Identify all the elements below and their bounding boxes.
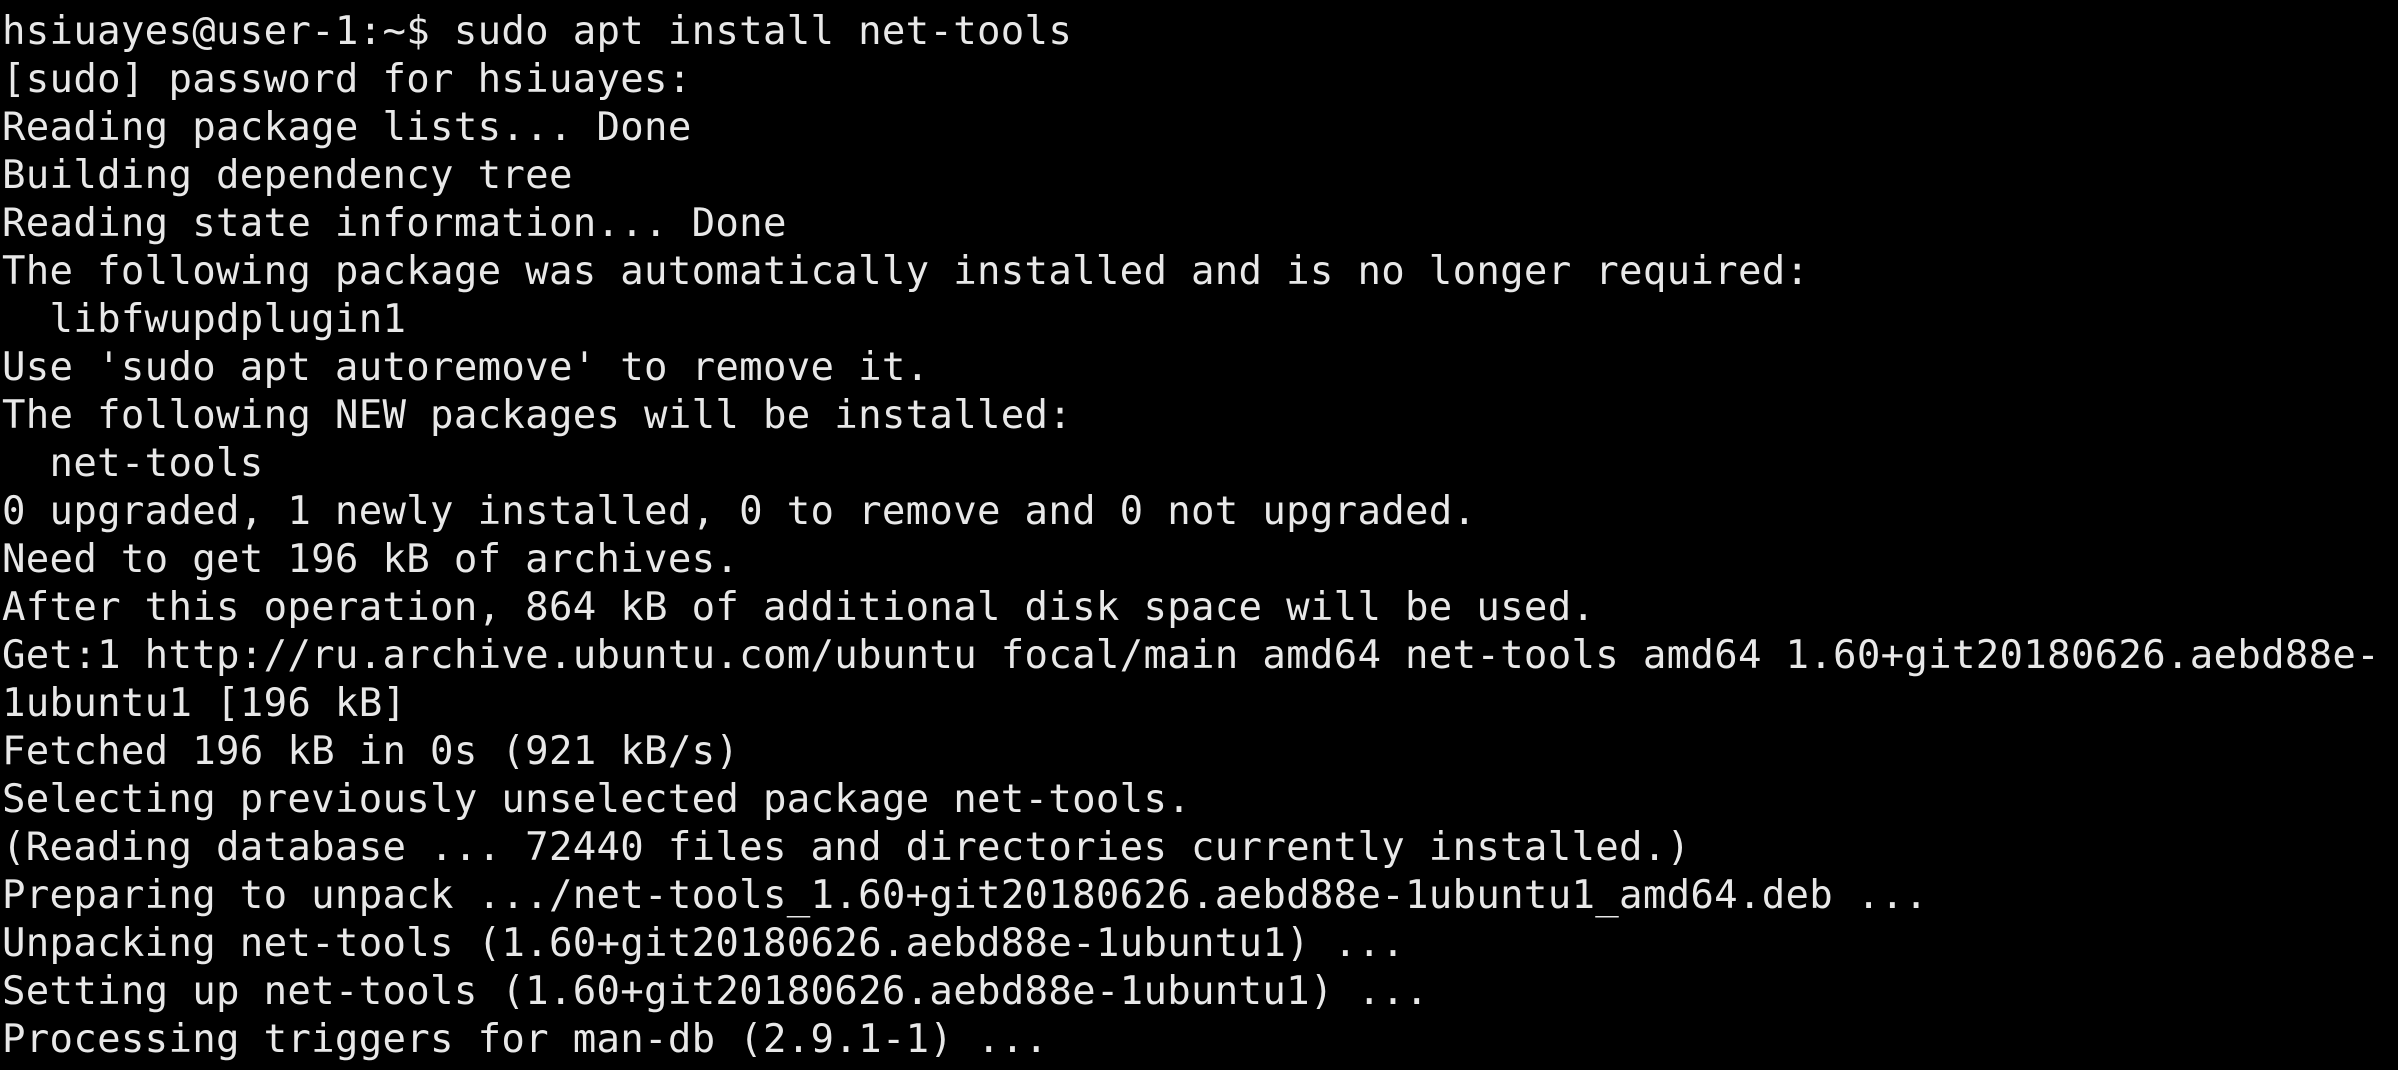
terminal-line: Reading package lists... Done: [2, 105, 692, 150]
terminal-line: After this operation, 864 kB of addition…: [2, 585, 1596, 630]
terminal-line: The following package was automatically …: [2, 249, 1810, 294]
terminal-line: Selecting previously unselected package …: [2, 777, 1191, 822]
terminal-line: Reading state information... Done: [2, 201, 787, 246]
terminal-line: Use 'sudo apt autoremove' to remove it.: [2, 345, 930, 390]
terminal-line: The following NEW packages will be insta…: [2, 393, 1073, 438]
terminal-line: Preparing to unpack .../net-tools_1.60+g…: [2, 873, 1929, 918]
terminal-line: libfwupdplugin1: [2, 297, 407, 342]
terminal-line: Setting up net-tools (1.60+git20180626.a…: [2, 969, 1429, 1014]
terminal-window[interactable]: hsiuayes@user-1:~$ sudo apt install net-…: [0, 0, 2398, 1070]
terminal-line: Unpacking net-tools (1.60+git20180626.ae…: [2, 921, 1406, 966]
terminal-line-prompt-command: hsiuayes@user-1:~$ sudo apt install net-…: [2, 9, 1073, 54]
terminal-line: 1ubuntu1 [196 kB]: [2, 681, 407, 726]
terminal-line: Fetched 196 kB in 0s (921 kB/s): [2, 729, 740, 774]
terminal-line: Get:1 http://ru.archive.ubuntu.com/ubunt…: [2, 633, 2380, 678]
terminal-line: Need to get 196 kB of archives.: [2, 537, 740, 582]
terminal-line: Processing triggers for man-db (2.9.1-1)…: [2, 1017, 1049, 1062]
terminal-line: (Reading database ... 72440 files and di…: [2, 825, 1691, 870]
terminal-line: net-tools: [2, 441, 264, 486]
terminal-line: Building dependency tree: [2, 153, 573, 198]
terminal-line: 0 upgraded, 1 newly installed, 0 to remo…: [2, 489, 1477, 534]
terminal-line-sudo-password: [sudo] password for hsiuayes:: [2, 57, 692, 102]
